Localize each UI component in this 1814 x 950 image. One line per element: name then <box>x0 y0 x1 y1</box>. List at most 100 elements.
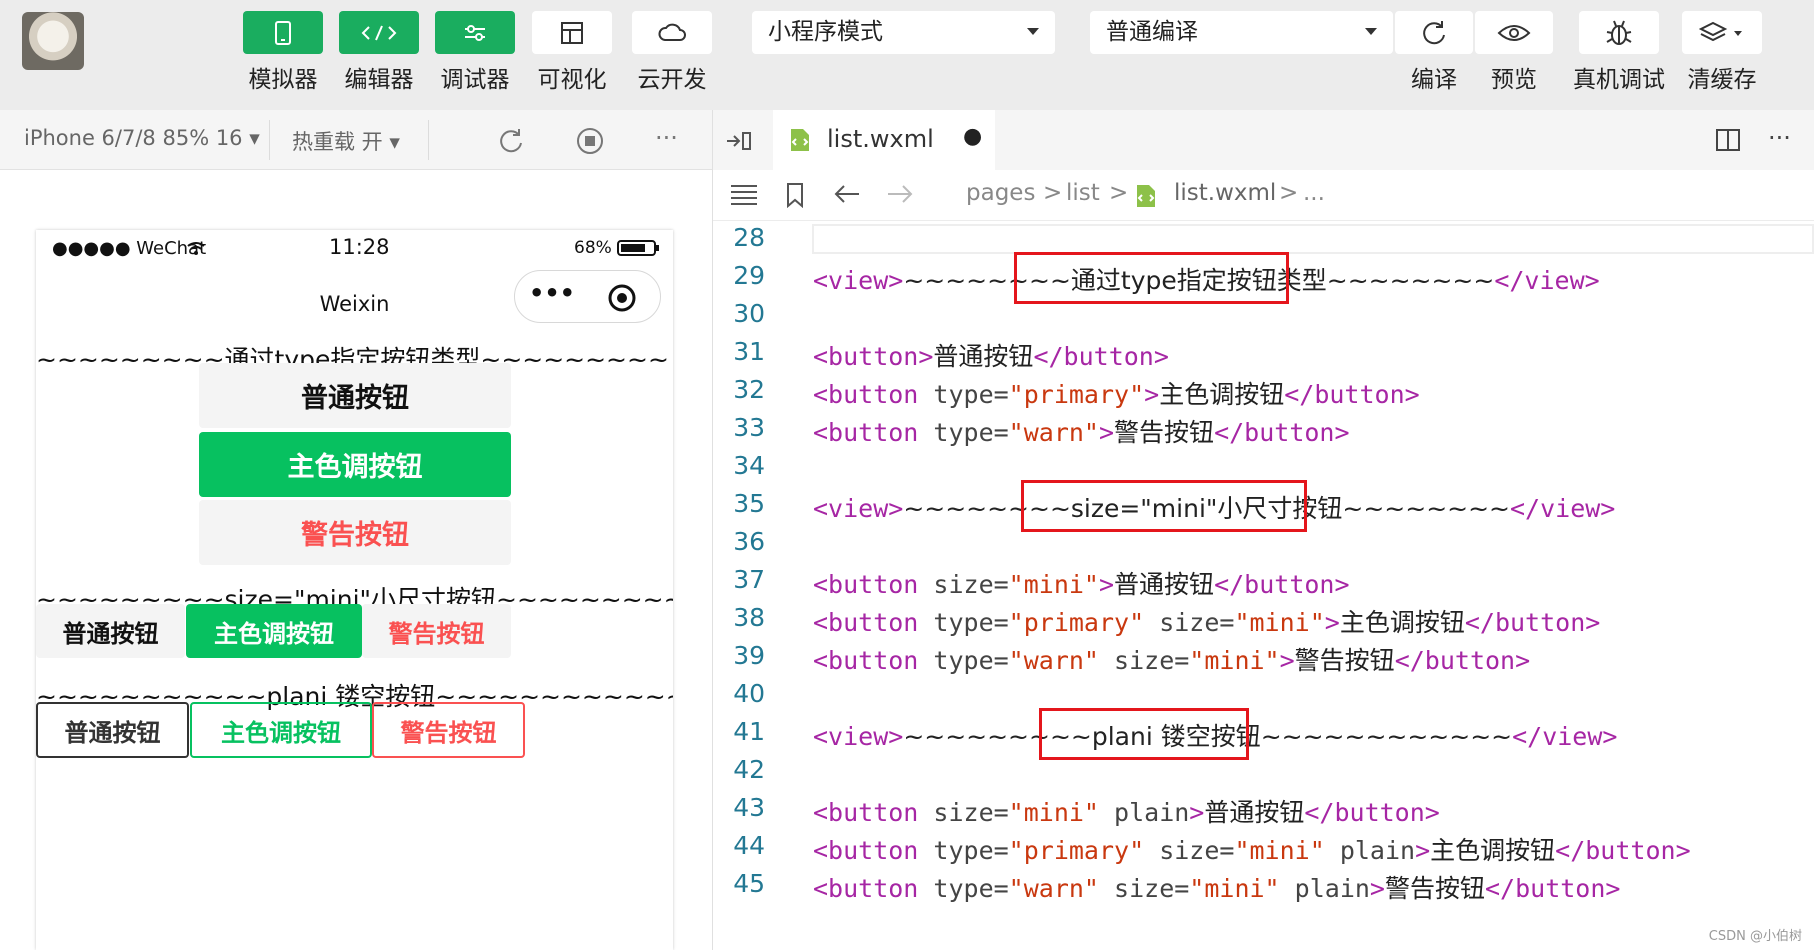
tab-list-wxml[interactable]: list.wxml ● <box>773 110 995 170</box>
simulator-button[interactable]: 模拟器 <box>243 11 323 94</box>
line-number: 38 <box>733 603 765 632</box>
simulator-toolbar: iPhone 6/7/8 85% 16 ▾ 热重载 开 ▾ ··· <box>0 110 712 170</box>
editor-label: 编辑器 <box>344 67 414 93</box>
breadcrumb-pages[interactable]: pages <box>966 180 1035 206</box>
more-dots-icon[interactable]: ••• <box>529 279 575 307</box>
capsule-menu[interactable]: ••• <box>514 270 661 323</box>
collapse-panel-icon[interactable] <box>725 129 753 157</box>
code-token: > <box>1098 418 1115 447</box>
line-number: 35 <box>733 489 765 518</box>
editor-button[interactable]: 编辑器 <box>339 11 419 94</box>
line-number: 42 <box>733 755 765 784</box>
code-token: > <box>1098 570 1115 599</box>
compile-select[interactable]: 普通编译 <box>1090 11 1393 54</box>
line-number: 36 <box>733 527 765 556</box>
unsaved-dot-icon[interactable]: ● <box>963 124 982 149</box>
code-token: type= <box>918 874 1009 903</box>
code-token: > <box>1144 380 1160 409</box>
split-editor-icon[interactable] <box>1715 128 1741 156</box>
debugger-button[interactable]: 调试器 <box>435 11 515 94</box>
code-token: size= <box>1144 608 1235 637</box>
breadcrumb-file[interactable]: list.wxml <box>1174 180 1276 206</box>
code-line-39: <button type="warn" size="mini">警告按钮</bu… <box>813 641 1530 677</box>
breadcrumb-list[interactable]: list <box>1066 180 1100 206</box>
mode-select[interactable]: 小程序模式 <box>752 11 1055 54</box>
code-token: 警告按钮 <box>1294 646 1395 675</box>
mini-primary-button[interactable]: 主色调按钮 <box>186 604 362 658</box>
status-time: 11:28 <box>329 235 390 259</box>
code-token: plain <box>1279 874 1370 903</box>
breadcrumb-sep: > <box>1279 180 1299 206</box>
more-icon[interactable]: ··· <box>1768 124 1791 152</box>
code-token: size= <box>1098 646 1190 675</box>
line-number: 39 <box>733 641 765 670</box>
rotate-icon[interactable] <box>495 126 525 160</box>
hot-reload-toggle[interactable]: 热重载 开 ▾ <box>292 126 400 156</box>
default-button[interactable]: 普通按钮 <box>199 363 511 428</box>
editor-tabbar: list.wxml ● ··· <box>713 110 1814 170</box>
line-number: 44 <box>733 831 765 860</box>
stop-icon[interactable] <box>575 126 605 160</box>
line-number: 28 <box>733 223 765 252</box>
warn-button[interactable]: 警告按钮 <box>199 500 511 565</box>
mini-warn-button[interactable]: 警告按钮 <box>362 604 511 658</box>
list-outline-icon[interactable] <box>729 182 759 210</box>
code-token: "mini" <box>1189 646 1280 675</box>
mini-default-button[interactable]: 普通按钮 <box>36 604 185 658</box>
line-number: 30 <box>733 299 765 328</box>
code-token: > <box>1369 874 1385 903</box>
code-area[interactable]: 28 29 30 31 32 33 34 35 36 37 38 39 40 4… <box>713 220 1814 950</box>
code-token: </button> <box>1033 342 1169 371</box>
device-select[interactable]: iPhone 6/7/8 85% 16 ▾ <box>24 126 260 150</box>
code-line-43: <button size="mini" plain>普通按钮</button> <box>813 793 1440 829</box>
code-token: "warn" <box>1008 646 1099 675</box>
compile-button[interactable]: 编译 <box>1395 11 1473 94</box>
code-token: </view> <box>1509 494 1616 523</box>
bookmark-icon[interactable] <box>785 182 805 212</box>
code-token: </button> <box>1485 874 1621 903</box>
code-token: </button> <box>1394 646 1531 675</box>
layers-icon <box>1682 11 1762 54</box>
visualize-label: 可视化 <box>537 67 607 93</box>
code-token: ~~~~~~~~~~~~ <box>1260 722 1513 751</box>
back-arrow-icon[interactable] <box>833 183 861 209</box>
close-target-icon[interactable] <box>607 283 637 317</box>
user-avatar[interactable] <box>22 12 84 70</box>
code-token: > <box>1415 836 1431 865</box>
code-token: type= <box>918 646 1009 675</box>
code-token: 主色调按钮 <box>1159 380 1285 409</box>
highlight-box <box>1014 252 1289 304</box>
cloud-dev-button[interactable]: 云开发 <box>632 11 712 94</box>
plain-primary-button[interactable]: 主色调按钮 <box>190 702 372 758</box>
device-debug-button[interactable]: 真机调试 <box>1570 11 1668 94</box>
plain-default-button[interactable]: 普通按钮 <box>36 702 189 758</box>
code-line-32: <button type="primary">主色调按钮</button> <box>813 375 1420 411</box>
clear-cache-label: 清缓存 <box>1687 67 1757 93</box>
preview-button[interactable]: 预览 <box>1475 11 1553 94</box>
code-token: <button <box>813 608 919 637</box>
mode-select-value: 小程序模式 <box>768 19 883 45</box>
clear-cache-button[interactable]: 清缓存 <box>1682 11 1762 94</box>
code-line-31: <button>普通按钮</button> <box>813 337 1169 373</box>
code-token: size= <box>1144 836 1235 865</box>
primary-button[interactable]: 主色调按钮 <box>199 432 511 497</box>
breadcrumb-more[interactable]: ... <box>1303 180 1325 206</box>
visualize-button[interactable]: 可视化 <box>532 11 612 94</box>
code-token: type= <box>918 608 1009 637</box>
code-token: type= <box>918 836 1009 865</box>
forward-arrow-icon[interactable] <box>886 183 914 209</box>
breadcrumb-sep: > <box>1109 180 1129 206</box>
code-token: <view> <box>813 722 904 751</box>
line-number: 32 <box>733 375 765 404</box>
code-token: "primary" <box>1008 380 1145 409</box>
more-icon[interactable]: ··· <box>655 124 678 152</box>
plain-warn-button[interactable]: 警告按钮 <box>372 702 525 758</box>
top-toolbar: 模拟器 编辑器 调试器 可视化 云开发 小程序模式 普通编译 编译 预览 真机调… <box>0 0 1814 110</box>
code-token: plain <box>1324 836 1416 865</box>
device-debug-label: 真机调试 <box>1573 67 1665 93</box>
tab-title: list.wxml <box>827 125 934 153</box>
code-token: </button> <box>1555 836 1691 865</box>
toolbar-divider <box>428 120 429 160</box>
line-number: 41 <box>733 717 765 746</box>
code-token: <button <box>813 874 919 903</box>
